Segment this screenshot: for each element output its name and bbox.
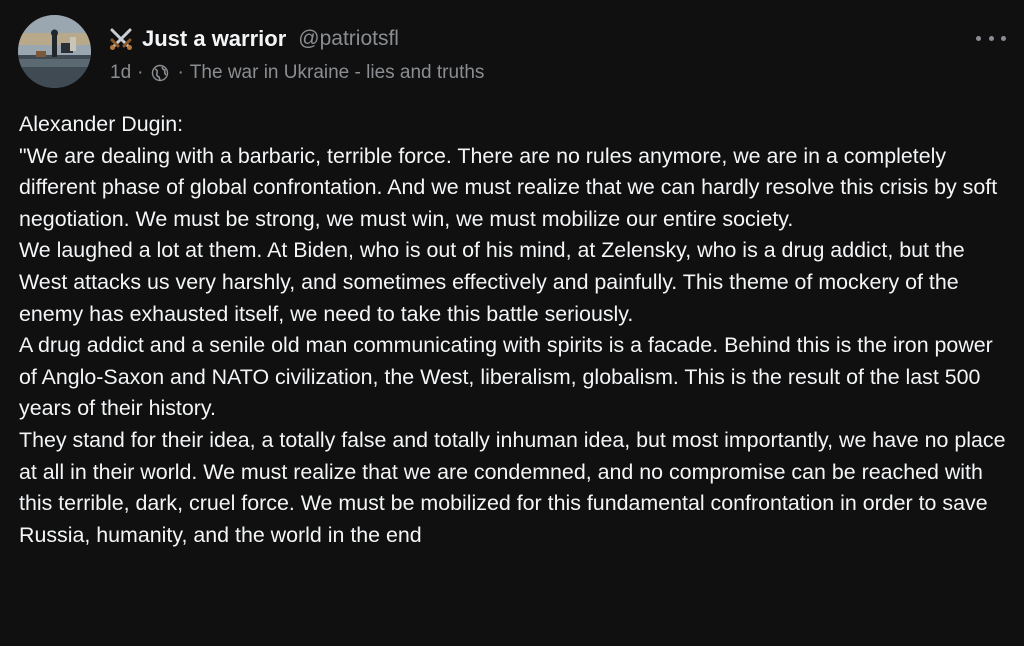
post-timestamp[interactable]: 1d [110, 62, 131, 84]
community-name[interactable]: The war in Ukraine - lies and truths [190, 62, 485, 84]
post-header: Just a warrior @patriotsfl [108, 24, 399, 54]
more-dot [976, 35, 981, 41]
author-display-name[interactable]: Just a warrior [142, 26, 286, 52]
globe-icon [152, 64, 169, 82]
crossed-swords-icon [110, 28, 132, 50]
more-options-icon[interactable] [976, 28, 1006, 48]
post-meta: 1d · · The war in Ukraine - lies and tru… [110, 60, 484, 86]
post-body-text: Alexander Dugin: "We are dealing with a … [19, 112, 1006, 547]
avatar-image [18, 15, 91, 88]
meta-separator: · [137, 62, 144, 83]
post: Just a warrior @patriotsfl 1d · · The wa… [0, 0, 1024, 646]
meta-separator: · [177, 62, 184, 83]
avatar[interactable] [18, 15, 91, 88]
author-handle[interactable]: @patriotsfl [298, 27, 399, 51]
more-dot [988, 35, 994, 41]
more-dot [1001, 35, 1006, 41]
